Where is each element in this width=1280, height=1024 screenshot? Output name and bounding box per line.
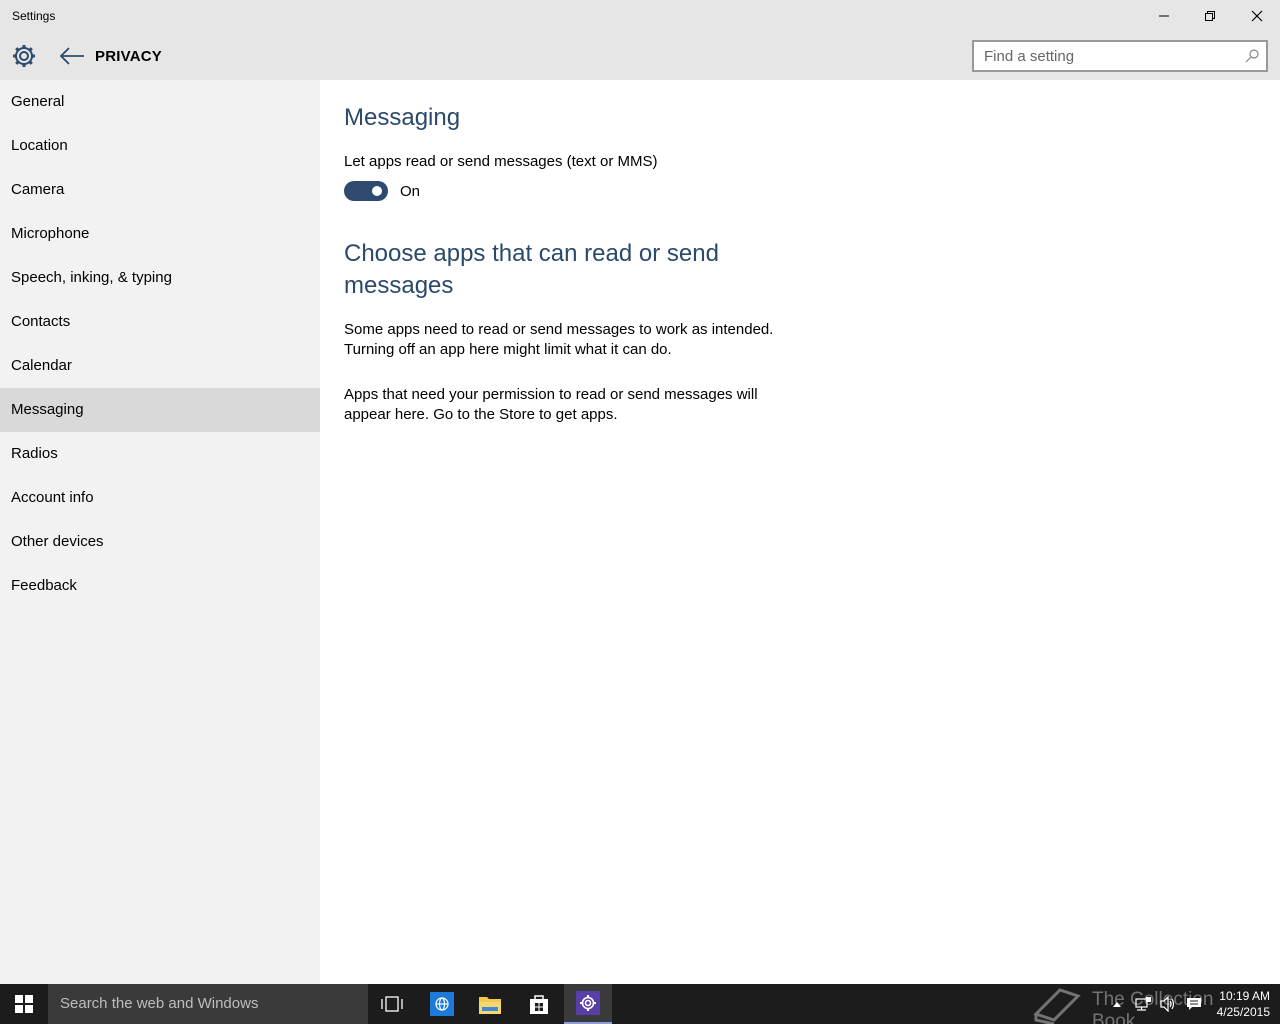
close-button[interactable] bbox=[1234, 0, 1280, 32]
browser-icon bbox=[430, 992, 454, 1016]
back-arrow-icon[interactable] bbox=[58, 44, 86, 68]
page-title: PRIVACY bbox=[95, 48, 162, 65]
sidebar-item-camera[interactable]: Camera bbox=[0, 168, 320, 212]
toggle-state: On bbox=[400, 183, 421, 200]
restore-icon bbox=[1205, 11, 1215, 21]
settings-gear-icon bbox=[576, 991, 600, 1015]
chevron-up-icon bbox=[1113, 1002, 1121, 1007]
messaging-toggle[interactable] bbox=[344, 181, 388, 201]
tray-network[interactable] bbox=[1130, 984, 1156, 1024]
sidebar-item-general[interactable]: General bbox=[0, 80, 320, 124]
taskbar: Search the web and Windows The Collectio… bbox=[0, 984, 1280, 1024]
task-view-icon bbox=[381, 996, 403, 1012]
network-icon bbox=[1135, 997, 1151, 1011]
settings-header: PRIVACY bbox=[0, 32, 1280, 80]
sidebar-item-account-info[interactable]: Account info bbox=[0, 476, 320, 520]
content-heading: Messaging bbox=[344, 104, 461, 131]
minimize-icon bbox=[1159, 15, 1169, 17]
sidebar-item-speech[interactable]: Speech, inking, & typing bbox=[0, 256, 320, 300]
taskbar-store[interactable] bbox=[515, 984, 563, 1024]
search-input[interactable] bbox=[974, 42, 1234, 70]
task-view-button[interactable] bbox=[368, 984, 416, 1024]
windows-logo-icon bbox=[15, 995, 33, 1013]
taskbar-settings[interactable] bbox=[564, 984, 612, 1024]
empty-state-paragraph: Apps that need your permission to read o… bbox=[344, 386, 758, 423]
store-icon bbox=[530, 995, 548, 1014]
taskbar-file-explorer[interactable] bbox=[466, 984, 514, 1024]
description-paragraph: Some apps need to read or send messages … bbox=[344, 321, 774, 358]
taskbar-browser[interactable] bbox=[418, 984, 466, 1024]
clock-time: 10:19 AM bbox=[1219, 989, 1270, 1003]
close-icon bbox=[1251, 10, 1263, 22]
toggle-label: Let apps read or send messages (text or … bbox=[344, 153, 658, 170]
tray-show-hidden[interactable] bbox=[1108, 984, 1126, 1024]
gear-icon bbox=[13, 45, 35, 67]
volume-icon bbox=[1160, 996, 1175, 1012]
sidebar-item-microphone[interactable]: Microphone bbox=[0, 212, 320, 256]
sidebar-item-radios[interactable]: Radios bbox=[0, 432, 320, 476]
tray-action-center[interactable] bbox=[1182, 984, 1206, 1024]
sidebar-item-contacts[interactable]: Contacts bbox=[0, 300, 320, 344]
restore-button[interactable] bbox=[1187, 0, 1233, 32]
window-title: Settings bbox=[12, 9, 56, 23]
tray-volume[interactable] bbox=[1156, 984, 1180, 1024]
sidebar-item-location[interactable]: Location bbox=[0, 124, 320, 168]
find-setting-search[interactable] bbox=[972, 40, 1268, 72]
toggle-knob bbox=[372, 186, 382, 196]
sidebar-item-messaging[interactable]: Messaging bbox=[0, 388, 320, 432]
book-icon bbox=[1033, 988, 1081, 1024]
minimize-button[interactable] bbox=[1141, 0, 1187, 32]
folder-icon bbox=[479, 997, 501, 1014]
start-button[interactable] bbox=[0, 984, 48, 1024]
sidebar-item-other-devices[interactable]: Other devices bbox=[0, 520, 320, 564]
taskbar-search-box[interactable]: Search the web and Windows bbox=[48, 984, 368, 1024]
content-subheading: Choose apps that can read or send messag… bbox=[344, 240, 719, 299]
sidebar-item-calendar[interactable]: Calendar bbox=[0, 344, 320, 388]
clock-date: 4/25/2015 bbox=[1216, 1005, 1270, 1019]
sidebar-item-feedback[interactable]: Feedback bbox=[0, 564, 320, 608]
notification-icon bbox=[1187, 998, 1201, 1010]
search-icon[interactable] bbox=[1244, 48, 1260, 64]
taskbar-clock[interactable]: 10:19 AM 4/25/2015 bbox=[1206, 988, 1270, 1020]
title-bar: Settings bbox=[0, 0, 1280, 32]
sidebar: General Location Camera Microphone Speec… bbox=[0, 80, 320, 984]
